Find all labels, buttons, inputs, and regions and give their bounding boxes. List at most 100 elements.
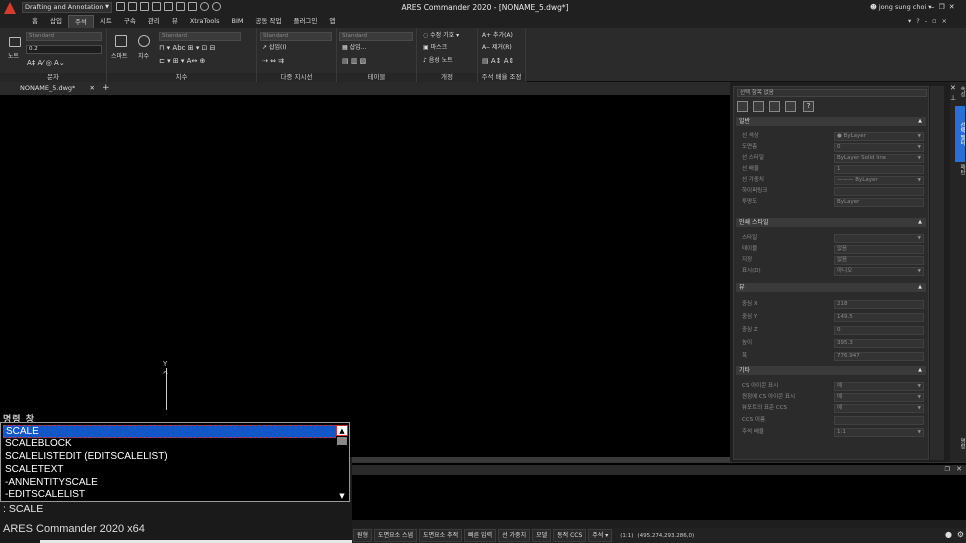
location-pin-icon[interactable]: ● xyxy=(945,530,952,539)
autocomplete-item[interactable]: SCALE xyxy=(3,425,337,438)
tab-annotation[interactable]: 주석 xyxy=(67,15,94,28)
status-esnap-button[interactable]: 도면요소 스냅 xyxy=(374,529,418,542)
property-row[interactable]: 선 스타일 ByLayer Solid line ▼ xyxy=(736,153,926,164)
property-row[interactable]: 하이퍼링크 xyxy=(736,186,926,197)
multileader-style-select[interactable]: Standard xyxy=(260,32,332,41)
property-value[interactable]: 1:1 ▼ xyxy=(834,428,924,437)
side-tab-selection-filter[interactable]: 선택 필터 xyxy=(955,106,965,162)
add-tab-icon[interactable]: + xyxy=(102,82,110,95)
dimension-tools-row2[interactable]: ⊏ ▾ ⊞ ▾ A↔ ⊕ xyxy=(159,57,205,65)
note-icon[interactable] xyxy=(9,37,21,47)
plot-style-section-header[interactable]: 인쇄 스타일 ▲ xyxy=(736,218,926,227)
property-value[interactable]: ByLayer Solid line ▼ xyxy=(834,154,924,163)
property-row[interactable]: 원점에 CS 아이콘 표시 예 ▼ xyxy=(736,392,926,403)
property-value[interactable]: 0 xyxy=(834,326,924,335)
text-height-input[interactable]: 0.2 xyxy=(26,45,102,54)
redo-icon[interactable] xyxy=(212,2,221,11)
property-row[interactable]: 뷰포트의 표준 CCS 예 ▼ xyxy=(736,403,926,414)
help-icon[interactable]: ? xyxy=(916,15,919,28)
restore-icon[interactable]: ▫ xyxy=(932,15,936,28)
restore-icon[interactable]: ❐ xyxy=(945,466,950,473)
property-value[interactable]: 없음 xyxy=(834,256,924,265)
property-value[interactable]: 149.5 xyxy=(834,313,924,322)
save-all-icon[interactable] xyxy=(152,2,161,11)
property-row[interactable]: CS 아이콘 표시 예 ▼ xyxy=(736,381,926,392)
autocomplete-list[interactable]: SCALE SCALEBLOCK SCALELISTEDIT (EDITSCAL… xyxy=(0,422,350,502)
property-value[interactable]: ——— ByLayer ▼ xyxy=(834,176,924,185)
property-row[interactable]: 스타일 ▼ xyxy=(736,233,926,244)
restore-icon[interactable]: ❐ xyxy=(938,1,944,13)
smart-dimension-icon[interactable] xyxy=(115,35,127,47)
property-row[interactable]: 중심 X 218 xyxy=(736,299,926,310)
status-etrack-button[interactable]: 도면요소 추적 xyxy=(419,529,463,542)
autocomplete-item[interactable]: SCALELISTEDIT (EDITSCALELIST) xyxy=(3,451,337,464)
tab-sheet[interactable]: 시트 xyxy=(94,15,118,28)
insert-table-button[interactable]: ▦ 삽입... xyxy=(342,44,366,52)
status-quickinput-button[interactable]: 빠른 입력 xyxy=(464,529,497,542)
properties-scrollbar[interactable] xyxy=(930,86,944,460)
status-ortho-button[interactable]: 원형 xyxy=(353,529,373,542)
property-row[interactable]: 표시(D) 아니오 ▼ xyxy=(736,266,926,277)
autocomplete-item[interactable]: -EDITSCALELIST xyxy=(3,489,337,502)
property-value[interactable]: 예 ▼ xyxy=(834,393,924,402)
property-value[interactable]: 0 ▼ xyxy=(834,143,924,152)
dimension-tools-row1[interactable]: ⊓ ▾ Abc ⊞ ▾ ⊡ ⊟ xyxy=(159,44,216,52)
property-value[interactable]: 아니오 ▼ xyxy=(834,267,924,276)
view-section-header[interactable]: 뷰 ▲ xyxy=(736,283,926,292)
misc-section-header[interactable]: 기타 ▲ xyxy=(736,366,926,375)
document-tab[interactable]: NONAME_5.dwg* ✕ xyxy=(14,82,98,95)
print-icon[interactable] xyxy=(176,2,185,11)
property-row[interactable]: 중심 Z 0 xyxy=(736,325,926,336)
tab-plugins[interactable]: 플러그인 xyxy=(287,15,323,28)
scale-tools[interactable]: ▤ A↕ A⇕ xyxy=(482,57,514,65)
dimension-style-select[interactable]: Standard xyxy=(159,32,241,41)
workspace-select[interactable]: Drafting and Annotation ▼ xyxy=(22,2,112,13)
property-value[interactable]: 예 ▼ xyxy=(834,382,924,391)
voice-note-button[interactable]: ♪ 음성 노트 xyxy=(423,57,453,65)
tab-collaboration[interactable]: 공동 작업 xyxy=(249,15,287,28)
property-row[interactable]: 지정 없음 xyxy=(736,255,926,266)
tab-home[interactable]: 홈 xyxy=(26,15,44,28)
multileader-tools[interactable]: ⇢ ⇔ ⇉ xyxy=(262,57,284,65)
tab-insert[interactable]: 삽입 xyxy=(44,15,68,28)
side-tab-command[interactable]: 명령 xyxy=(955,438,965,449)
property-value[interactable]: 776.947 xyxy=(834,352,924,361)
property-value[interactable]: ByLayer xyxy=(834,198,924,207)
share-icon[interactable] xyxy=(188,2,197,11)
select-objects-icon[interactable] xyxy=(753,101,764,112)
side-tab-pattern[interactable]: 패턴 xyxy=(955,164,965,175)
property-row[interactable]: 중심 Y 149.5 xyxy=(736,312,926,323)
insert-multileader-button[interactable]: ↗ 삽입(I) xyxy=(262,44,286,52)
autocomplete-scrollbar[interactable]: ▲ ▼ xyxy=(336,425,348,501)
scroll-up-icon[interactable]: ▲ xyxy=(336,425,348,436)
property-value[interactable]: 218 xyxy=(834,300,924,309)
property-row[interactable]: 주석 배율 1:1 ▼ xyxy=(736,427,926,438)
property-row[interactable]: 선 색상 ● ByLayer ▼ xyxy=(736,131,926,142)
close-icon[interactable]: ✕ xyxy=(949,1,955,13)
tab-apps[interactable]: 앱 xyxy=(323,15,341,28)
property-row[interactable]: 투명도 ByLayer xyxy=(736,197,926,208)
text-style-select[interactable]: Standard xyxy=(26,32,102,41)
selection-select[interactable]: 선택 항목 없음 xyxy=(737,89,927,97)
status-lineweight-button[interactable]: 선 가중치 xyxy=(498,529,531,542)
command-input[interactable]: : SCALE xyxy=(0,502,352,516)
revcloud-button[interactable]: ◌ 수정 기호 ▾ xyxy=(423,32,459,40)
status-annotation-button[interactable]: 주석 ▾ xyxy=(588,529,613,542)
tab-bim[interactable]: BIM xyxy=(225,15,249,28)
table-tools[interactable]: ▤ ▥ ▧ xyxy=(342,57,366,65)
add-scale-button[interactable]: A+ 추가(A) xyxy=(482,32,513,40)
save-icon[interactable] xyxy=(164,2,173,11)
new-file-icon[interactable] xyxy=(116,2,125,11)
mask-button[interactable]: ▣ 마스크 xyxy=(423,44,447,52)
scroll-down-icon[interactable]: ▼ xyxy=(336,491,348,501)
autocomplete-item[interactable]: -ANNENTITYSCALE xyxy=(3,477,337,490)
property-row[interactable]: 폭 776.947 xyxy=(736,351,926,362)
radius-dimension-icon[interactable] xyxy=(138,35,150,47)
property-value[interactable]: 1 xyxy=(834,165,924,174)
property-row[interactable]: 도면층 0 ▼ xyxy=(736,142,926,153)
filter-icon[interactable] xyxy=(785,101,796,112)
autocomplete-item[interactable]: SCALEBLOCK xyxy=(3,438,337,451)
status-model-button[interactable]: 모델 xyxy=(532,529,552,542)
open-file-icon[interactable] xyxy=(128,2,137,11)
chevron-down-icon[interactable]: ▾ xyxy=(908,15,911,28)
